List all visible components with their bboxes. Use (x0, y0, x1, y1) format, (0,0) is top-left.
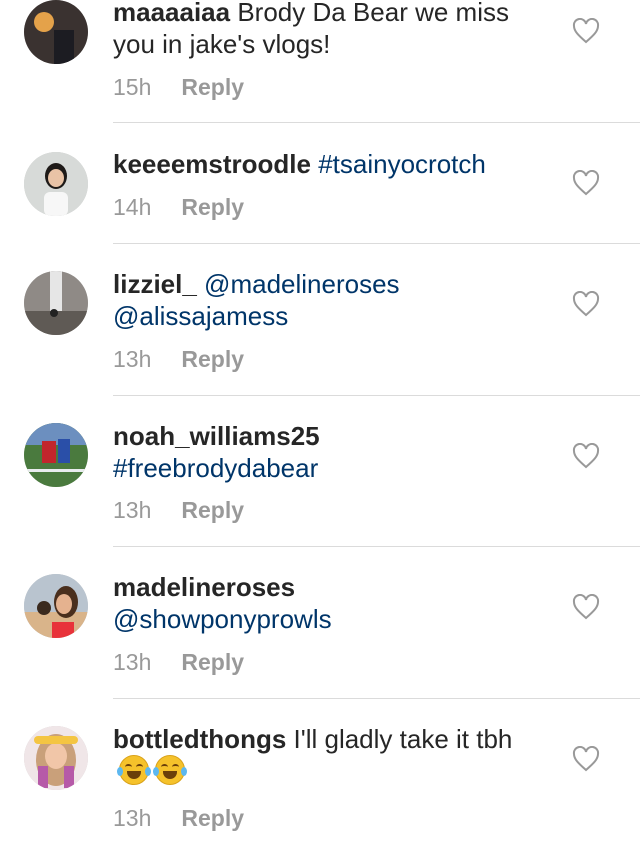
comment-timestamp: 13h (113, 805, 152, 831)
comment-username[interactable]: madelineroses (113, 572, 295, 602)
reply-button[interactable]: Reply (181, 194, 244, 220)
avatar[interactable] (24, 423, 88, 487)
comment-timestamp: 13h (113, 649, 152, 675)
divider (113, 243, 640, 244)
avatar[interactable] (24, 726, 88, 790)
comment-text: lizziel_ @madelineroses @alissajamess (113, 268, 553, 332)
comment-meta: 14h Reply (113, 194, 244, 221)
comment-meta: 13h Reply (113, 649, 244, 676)
comment-text: noah_williams25 #freebrodydabear (113, 420, 553, 484)
face-with-tears-of-joy-icon (153, 755, 187, 785)
avatar[interactable] (24, 271, 88, 335)
comment-timestamp: 13h (113, 497, 152, 523)
comment-meta: 13h Reply (113, 805, 244, 832)
heart-icon[interactable] (572, 291, 600, 317)
heart-icon[interactable] (572, 443, 600, 469)
reply-button[interactable]: Reply (181, 74, 244, 100)
avatar[interactable] (24, 152, 88, 216)
comment-username[interactable]: bottledthongs (113, 724, 286, 754)
reply-button[interactable]: Reply (181, 346, 244, 372)
comment-text: bottledthongs I'll gladly take it tbh (113, 723, 553, 788)
comment-username[interactable]: lizziel_ (113, 269, 197, 299)
comment-text: maaaaiaa Brody Da Bear we miss you in ja… (113, 0, 553, 60)
mention-link[interactable]: @showponyprowls (113, 604, 332, 634)
comment-username[interactable]: noah_williams25 (113, 421, 320, 451)
reply-button[interactable]: Reply (181, 497, 244, 523)
comment-text: madelineroses @showponyprowls (113, 571, 553, 635)
heart-icon[interactable] (572, 18, 600, 44)
divider (113, 546, 640, 547)
hashtag-link[interactable]: #freebrodydabear (113, 453, 318, 483)
divider (113, 122, 640, 123)
comment-meta: 13h Reply (113, 497, 244, 524)
heart-icon[interactable] (572, 746, 600, 772)
avatar[interactable] (24, 574, 88, 638)
mention-link[interactable]: @madelineroses (197, 269, 400, 299)
heart-icon[interactable] (572, 170, 600, 196)
comment-username[interactable]: keeeemstroodle (113, 149, 311, 179)
comment-timestamp: 13h (113, 346, 152, 372)
comment-meta: 15h Reply (113, 74, 244, 101)
divider (113, 395, 640, 396)
reply-button[interactable]: Reply (181, 649, 244, 675)
avatar[interactable] (24, 0, 88, 64)
comment-body: I'll gladly take it tbh (286, 724, 513, 754)
mention-link[interactable]: @alissajamess (113, 301, 288, 331)
hashtag-link[interactable]: #tsainyocrotch (311, 149, 486, 179)
divider (113, 698, 640, 699)
comment-meta: 13h Reply (113, 346, 244, 373)
comment-timestamp: 14h (113, 194, 152, 220)
comment-timestamp: 15h (113, 74, 152, 100)
comment-text: keeeemstroodle #tsainyocrotch (113, 148, 553, 180)
comment-username[interactable]: maaaaiaa (113, 0, 230, 27)
face-with-tears-of-joy-icon (117, 755, 151, 785)
heart-icon[interactable] (572, 594, 600, 620)
reply-button[interactable]: Reply (181, 805, 244, 831)
